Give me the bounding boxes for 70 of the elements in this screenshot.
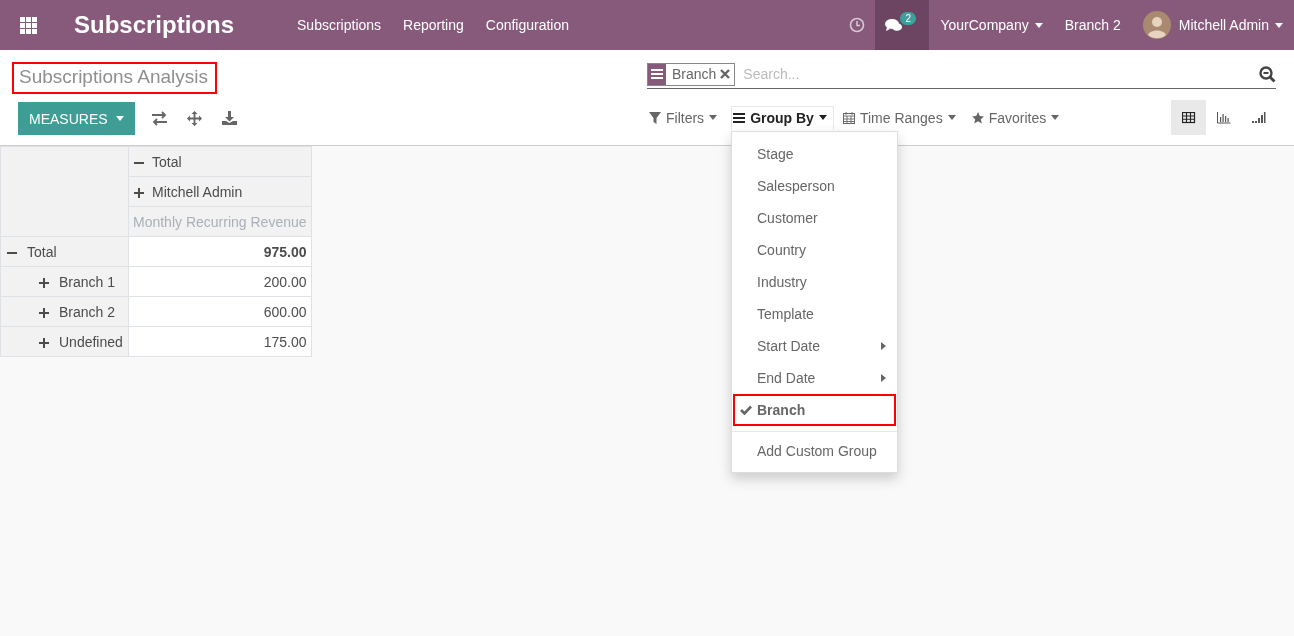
search-bar[interactable]: Branch Search... <box>647 61 1276 89</box>
pivot-column-header[interactable]: Total <box>128 146 312 177</box>
pivot-row-header[interactable]: Undefined <box>0 326 129 357</box>
pivot-value-cell: 200.00 <box>128 266 312 297</box>
plus-icon <box>39 277 49 288</box>
search-option-toggle[interactable]: Time Ranges <box>840 105 963 130</box>
company-switcher[interactable]: YourCompany <box>929 0 1054 50</box>
group-by-option[interactable]: Template <box>733 298 896 330</box>
group-by-option[interactable]: Branch <box>733 394 896 426</box>
pivot-value-cell: 600.00 <box>128 296 312 327</box>
search-facet[interactable]: Branch <box>647 62 736 86</box>
add-custom-group-option[interactable]: Add Custom Group <box>733 435 896 467</box>
download-icon <box>221 111 237 126</box>
list-icon <box>651 69 663 79</box>
group-by-option[interactable]: Customer <box>733 202 896 234</box>
caret-icon <box>1275 22 1283 28</box>
caret-icon <box>709 115 718 120</box>
pivot-value-cell: 975.00 <box>128 236 312 267</box>
measure-header: Monthly Recurring Revenue <box>128 206 312 237</box>
funnel-icon <box>649 111 661 124</box>
grid-icon <box>19 16 37 34</box>
message-count-badge: 2 <box>900 12 917 25</box>
submenu-caret-icon <box>881 374 886 382</box>
group-by-option[interactable]: Stage <box>733 138 896 170</box>
star-icon <box>971 111 984 124</box>
avatar-icon <box>1142 11 1171 39</box>
pivot-row-header[interactable]: Total <box>0 236 129 267</box>
caret-icon <box>818 115 827 120</box>
signal-bars-icon <box>1251 111 1266 124</box>
view-switch-button[interactable] <box>1171 100 1206 135</box>
submenu-caret-icon <box>881 342 886 350</box>
search-option-toggle[interactable]: Filters <box>647 105 725 130</box>
pivot-column-header[interactable]: Mitchell Admin <box>128 176 312 207</box>
plus-icon <box>134 187 144 198</box>
chat-bubbles-icon <box>885 17 904 33</box>
messages-button[interactable]: 2 <box>875 0 930 50</box>
measures-button[interactable]: MEASURES <box>18 102 135 135</box>
table-icon <box>1181 111 1196 124</box>
bar-chart-icon <box>1216 111 1231 124</box>
checkmark-icon <box>740 405 752 415</box>
search-option-toggle[interactable]: Group By <box>731 105 834 130</box>
caret-icon <box>115 116 124 121</box>
remove-icon <box>720 69 731 79</box>
pivot-row-header[interactable]: Branch 2 <box>0 296 129 327</box>
list-icon <box>733 111 746 124</box>
plus-icon <box>39 337 49 348</box>
search-option-toggle[interactable]: Favorites <box>969 105 1067 130</box>
nav-menu-item[interactable]: Subscriptions <box>286 0 393 50</box>
user-menu[interactable]: Mitchell Admin <box>1131 0 1294 50</box>
breadcrumb-title: Subscriptions Analysis <box>12 62 218 94</box>
group-by-option[interactable]: Country <box>733 234 896 266</box>
calendar-icon <box>842 111 855 124</box>
swap-arrows-icon <box>151 111 167 126</box>
branch-switcher[interactable]: Branch 2 <box>1053 0 1132 50</box>
nav-menu-item[interactable]: Reporting <box>392 0 475 50</box>
caret-icon <box>947 115 956 120</box>
caret-icon <box>1051 115 1060 120</box>
plus-icon <box>39 307 49 318</box>
caret-icon <box>1034 22 1043 28</box>
clock-icon <box>849 17 866 33</box>
nav-menu-item[interactable]: Configuration <box>474 0 581 50</box>
group-by-option[interactable]: Industry <box>733 266 896 298</box>
search-icon <box>1259 65 1276 83</box>
group-by-option[interactable]: Salesperson <box>733 170 896 202</box>
pivot-value-cell: 175.00 <box>128 326 312 357</box>
app-title: Subscriptions <box>73 10 236 40</box>
four-way-arrow-icon <box>186 111 202 126</box>
pivot-row-header[interactable]: Branch 1 <box>0 266 129 297</box>
group-by-option[interactable]: Start Date <box>733 330 896 362</box>
group-by-option[interactable]: End Date <box>733 362 896 394</box>
